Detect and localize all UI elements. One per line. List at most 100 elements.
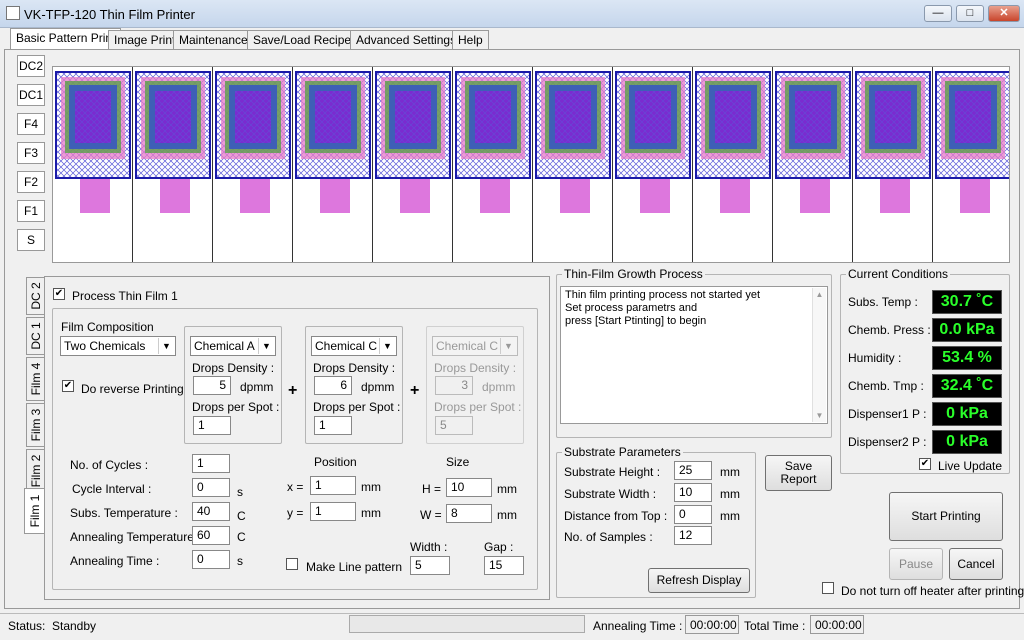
chemical-a-spot-input[interactable]: 1 — [193, 416, 231, 435]
pattern-sample — [215, 71, 291, 213]
pattern-sample — [295, 71, 371, 213]
size-h-input[interactable]: 10 — [446, 478, 492, 497]
maximize-button[interactable]: □ — [956, 5, 984, 22]
distance-top-label: Distance from Top : — [564, 509, 668, 523]
chemical-a-select[interactable]: Chemical A ▼ — [190, 336, 276, 356]
pattern-sample — [935, 71, 1009, 213]
close-button[interactable]: ✕ — [988, 5, 1020, 22]
side-button-f2[interactable]: F2 — [17, 171, 45, 193]
size-h-unit: mm — [497, 482, 517, 496]
chemical-c-spot-input[interactable]: 1 — [314, 416, 352, 435]
pattern-sample — [375, 71, 451, 213]
samples-input[interactable]: 12 — [674, 526, 712, 545]
condition-value-display: 30.7 ˚C — [932, 290, 1002, 314]
side-button-s[interactable]: S — [17, 229, 45, 251]
condition-value-display: 0 kPa — [932, 402, 1002, 426]
chemical-3-density-unit: dpmm — [482, 380, 516, 394]
position-title: Position — [314, 455, 357, 469]
scrollbar[interactable]: ▲ ▼ — [812, 288, 826, 422]
line-pattern-checkbox[interactable] — [286, 558, 298, 570]
heater-checkbox[interactable] — [822, 582, 834, 594]
side-button-dc1[interactable]: DC1 — [17, 84, 45, 106]
tab-image-print[interactable]: Image Print — [108, 30, 182, 49]
tab-save-load-recipe[interactable]: Save/Load Recipe — [247, 30, 358, 49]
process-film-label: Process Thin Film 1 — [72, 289, 178, 303]
chemical-c-density-label: Drops Density : — [313, 361, 396, 375]
position-y-unit: mm — [361, 506, 381, 520]
progress-bar — [349, 615, 585, 633]
tab-basic-pattern-print[interactable]: Basic Pattern Print — [10, 28, 122, 50]
pattern-column — [533, 67, 613, 262]
cycle-interval-input[interactable]: 0 — [192, 478, 230, 497]
reverse-printing-checkbox[interactable]: ✔ — [62, 380, 74, 392]
film-tab-film3[interactable]: Film 3 — [26, 403, 46, 447]
side-button-f3[interactable]: F3 — [17, 142, 45, 164]
chemical-3-select[interactable]: Chemical C ▼ — [432, 336, 518, 356]
position-x-input[interactable]: 1 — [310, 476, 356, 495]
pattern-sample — [615, 71, 691, 213]
tab-maintenance[interactable]: Maintenance — [173, 30, 254, 49]
width-input[interactable]: 5 — [410, 556, 450, 575]
side-button-dc2[interactable]: DC2 — [17, 55, 45, 77]
chevron-down-icon: ▼ — [158, 338, 174, 354]
pattern-column — [853, 67, 933, 262]
annealing-temperature-label: Annealing Temperature : — [70, 530, 201, 544]
side-button-f1[interactable]: F1 — [17, 200, 45, 222]
tab-advanced-settings[interactable]: Advanced Settings — [350, 30, 463, 49]
growth-process-log[interactable]: Thin film printing process not started y… — [560, 286, 828, 424]
pattern-sample — [695, 71, 771, 213]
size-h-label: H = — [422, 482, 442, 496]
substrate-width-input[interactable]: 10 — [674, 483, 712, 502]
substrate-height-input[interactable]: 25 — [674, 461, 712, 480]
side-button-f4[interactable]: F4 — [17, 113, 45, 135]
annealing-time-input[interactable]: 0 — [192, 550, 230, 569]
film-tab-film4[interactable]: Film 4 — [26, 357, 46, 401]
distance-top-input[interactable]: 0 — [674, 505, 712, 524]
distance-top-unit: mm — [720, 509, 740, 523]
pattern-column — [613, 67, 693, 262]
film-tab-film2[interactable]: Film 2 — [26, 449, 46, 493]
chemical-a-density-unit: dpmm — [240, 380, 274, 394]
tab-help[interactable]: Help — [452, 30, 489, 49]
save-report-button[interactable]: Save Report — [765, 455, 832, 491]
total-time-label: Total Time : — [744, 619, 806, 633]
status-label: Status: — [8, 619, 46, 633]
heater-label: Do not turn off heater after printing — [841, 584, 1024, 598]
position-y-input[interactable]: 1 — [310, 502, 356, 521]
pattern-sample — [855, 71, 931, 213]
film-composition-label: Film Composition — [61, 320, 154, 334]
pattern-column — [373, 67, 453, 262]
samples-label: No. of Samples : — [564, 530, 653, 544]
condition-value-display: 32.4 ˚C — [932, 374, 1002, 398]
chemical-3-density-input[interactable]: 3 — [435, 376, 473, 395]
live-update-checkbox[interactable]: ✔ — [919, 458, 931, 470]
refresh-display-button[interactable]: Refresh Display — [648, 568, 750, 593]
process-film-checkbox[interactable]: ✔ — [53, 288, 65, 300]
pause-button[interactable]: Pause — [889, 548, 943, 580]
size-w-input[interactable]: 8 — [446, 504, 492, 523]
status-value: Standby — [52, 619, 97, 633]
chemical-c-density-input[interactable]: 6 — [314, 376, 352, 395]
gap-input[interactable]: 15 — [484, 556, 524, 575]
film-tab-dc2[interactable]: DC 2 — [26, 277, 46, 315]
cancel-button[interactable]: Cancel — [949, 548, 1003, 580]
film-tab-film1[interactable]: Film 1 — [24, 488, 44, 534]
annealing-temperature-input[interactable]: 60 — [192, 526, 230, 545]
chemical-c-select[interactable]: Chemical C ▼ — [311, 336, 397, 356]
total-time-value: 00:00:00 — [810, 615, 864, 634]
annealing-time-label: Annealing Time : — [70, 554, 160, 568]
subs-temperature-label: Subs. Temperature : — [70, 506, 178, 520]
status-bar: Status: Standby Annealing Time : 00:00:0… — [0, 613, 1024, 640]
pattern-column — [213, 67, 293, 262]
chemical-a-density-input[interactable]: 5 — [193, 376, 231, 395]
minimize-button[interactable]: — — [924, 5, 952, 22]
start-printing-button[interactable]: Start Printing — [889, 492, 1003, 541]
gap-label: Gap : — [484, 540, 514, 554]
pattern-column — [53, 67, 133, 262]
cycles-input[interactable]: 1 — [192, 454, 230, 473]
condition-label: Chemb. Press : — [848, 323, 931, 337]
subs-temperature-input[interactable]: 40 — [192, 502, 230, 521]
film-tab-dc1[interactable]: DC 1 — [26, 317, 46, 355]
chemical-3-spot-input[interactable]: 5 — [435, 416, 473, 435]
film-composition-select[interactable]: Two Chemicals ▼ — [60, 336, 176, 356]
